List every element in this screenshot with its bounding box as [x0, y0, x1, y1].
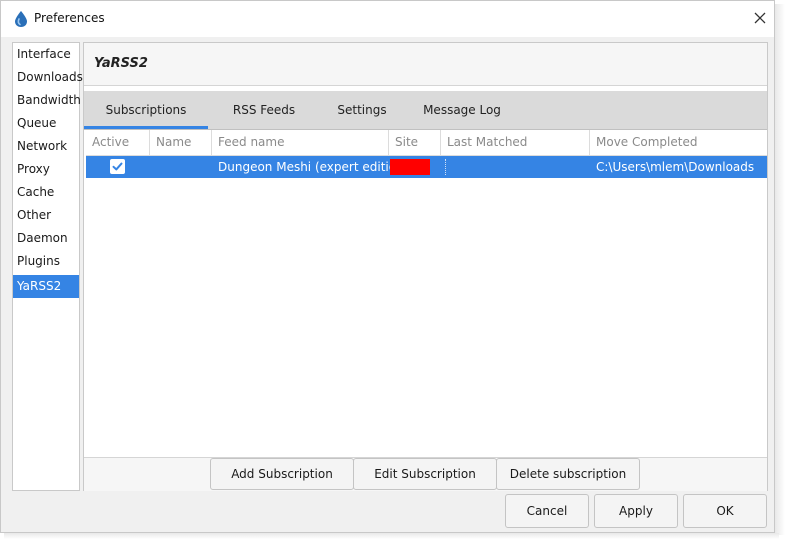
sidebar-item-other[interactable]: Other: [13, 204, 79, 227]
apply-button[interactable]: Apply: [594, 494, 678, 528]
row-feed-name: Dungeon Meshi (expert edition): [218, 160, 409, 174]
sidebar-item-cache[interactable]: Cache: [13, 181, 79, 204]
plugin-title: YaRSS2: [94, 56, 148, 71]
sidebar-item-interface[interactable]: Interface: [13, 43, 79, 66]
window-shadow-bottom: [4, 533, 779, 539]
sidebar-item-daemon[interactable]: Daemon: [13, 227, 79, 250]
checkmark-icon: [112, 162, 123, 171]
sidebar-item-proxy[interactable]: Proxy: [13, 158, 79, 181]
plugin-header: YaRSS2: [84, 43, 767, 86]
deluge-drop-icon: [15, 11, 27, 27]
close-icon[interactable]: [749, 7, 771, 29]
plugin-tabbar: Subscriptions RSS Feeds Settings Message…: [84, 91, 767, 130]
tab-rss-feeds[interactable]: RSS Feeds: [214, 91, 314, 129]
table-row[interactable]: Dungeon Meshi (expert edition) C:\Users\…: [86, 156, 767, 178]
preferences-sidebar: Interface Downloads Bandwidth Queue Netw…: [12, 42, 83, 491]
column-active[interactable]: Active: [86, 130, 150, 155]
row-separator: [445, 159, 446, 175]
edit-subscription-button[interactable]: Edit Subscription: [353, 458, 497, 490]
active-checkbox[interactable]: [110, 159, 125, 174]
column-name[interactable]: Name: [150, 130, 212, 155]
sidebar-item-downloads[interactable]: Downloads: [13, 66, 83, 89]
column-move-completed[interactable]: Move Completed: [590, 130, 767, 155]
sidebar-item-queue[interactable]: Queue: [13, 112, 79, 135]
window-shadow-right: [775, 4, 785, 535]
column-last-matched[interactable]: Last Matched: [441, 130, 590, 155]
row-move-completed: C:\Users\mlem\Downloads: [596, 160, 755, 174]
column-feed-name[interactable]: Feed name: [212, 130, 389, 155]
subscriptions-table: Active Name Feed name Site Last Matched …: [86, 130, 767, 457]
sidebar-item-bandwidth[interactable]: Bandwidth: [13, 89, 81, 112]
column-site[interactable]: Site: [389, 130, 441, 155]
delete-subscription-button[interactable]: Delete subscription: [496, 458, 640, 490]
table-header: Active Name Feed name Site Last Matched …: [86, 130, 767, 156]
yarss2-panel: YaRSS2 Subscriptions RSS Feeds Settings …: [83, 42, 768, 491]
sidebar-item-network[interactable]: Network: [13, 135, 79, 158]
site-color-swatch: [390, 159, 430, 175]
titlebar: Preferences: [1, 1, 774, 37]
sidebar-item-yarss2[interactable]: YaRSS2: [13, 275, 79, 298]
cancel-button[interactable]: Cancel: [505, 494, 589, 528]
sidebar-item-plugins[interactable]: Plugins: [13, 250, 79, 273]
window-title: Preferences: [34, 11, 105, 25]
preferences-window: Preferences Interface Downloads Bandwidt…: [0, 0, 775, 533]
ok-button[interactable]: OK: [683, 494, 767, 528]
add-subscription-button[interactable]: Add Subscription: [210, 458, 354, 490]
tab-message-log[interactable]: Message Log: [412, 91, 512, 129]
tab-settings[interactable]: Settings: [324, 91, 400, 129]
tab-subscriptions[interactable]: Subscriptions: [84, 91, 208, 129]
subscription-button-bar: Add Subscription Edit Subscription Delet…: [84, 457, 767, 491]
